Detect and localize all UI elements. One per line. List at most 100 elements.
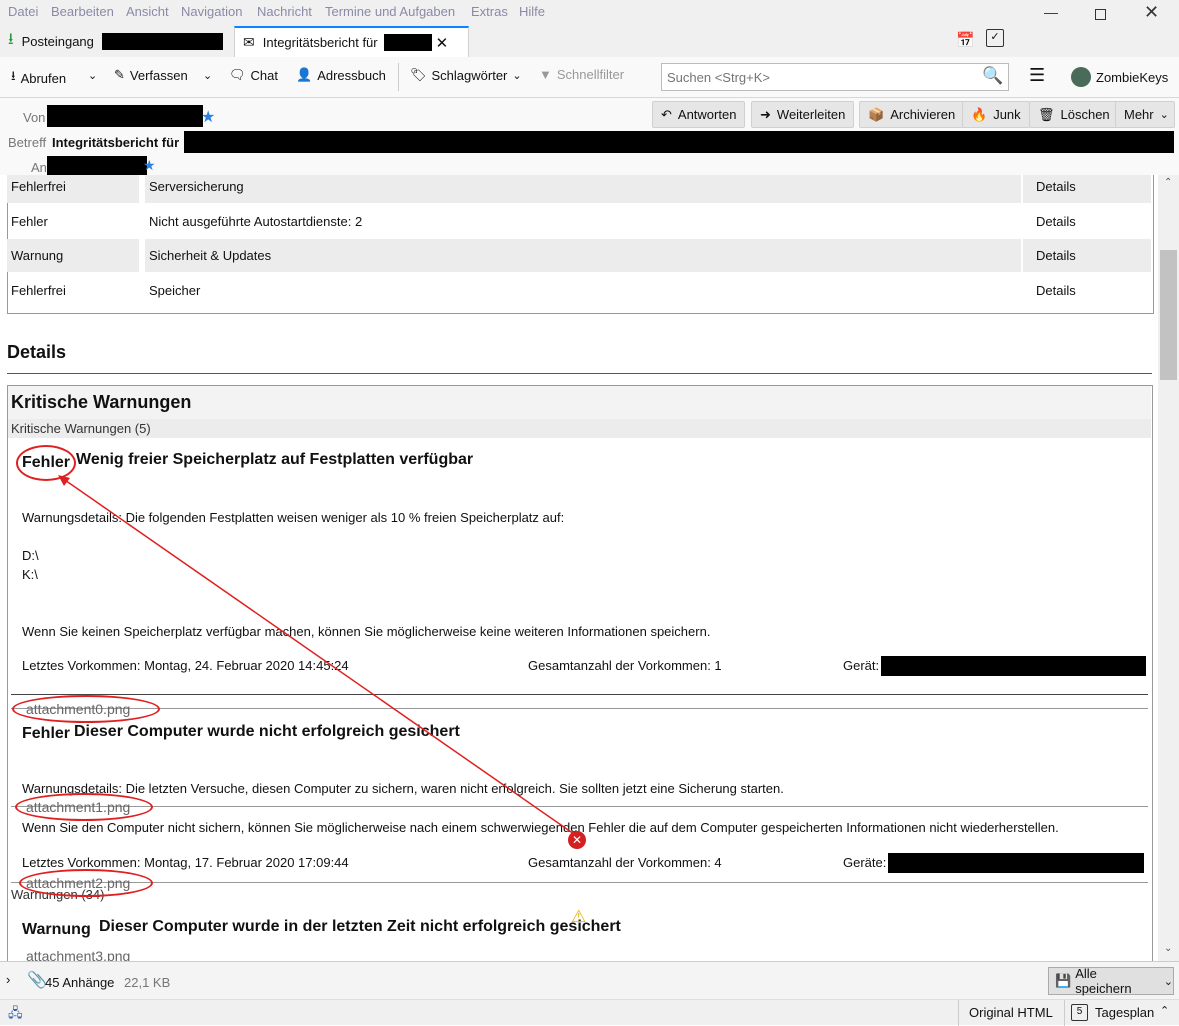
tab-bar: ⭳ Posteingang ✉ Integritätsbericht für ✕… [0,24,1179,57]
save-all-dropdown-icon[interactable]: ⌄ [1164,975,1173,988]
original-html-indicator[interactable]: Original HTML [969,1005,1053,1020]
menu-termine[interactable]: Termine und Aufgaben [325,4,455,19]
today-pane-chevron-icon[interactable]: ⌃ [1160,1004,1169,1017]
minimize-icon[interactable]: — [1044,4,1058,20]
menu-datei[interactable]: Datei [8,4,38,19]
attachment-size: 22,1 KB [124,975,171,990]
calendar-icon[interactable]: 📅 [956,31,975,49]
inbox-download-icon: ⭳ [8,31,14,48]
quickfilter-button[interactable]: ▼ Schnellfilter [539,67,624,82]
redacted-subject [184,131,1174,153]
status-separator [1064,1000,1065,1026]
redacted-recipient [47,156,147,176]
hamburger-menu-icon[interactable]: ☰ [1029,65,1045,86]
addressbook-label: Adressbuch [317,67,386,83]
redacted-sender [47,105,203,127]
expand-chevron-icon[interactable]: › [6,972,10,987]
compose-button[interactable]: ✎ Verfassen [114,67,188,83]
tab-inbox-label: Posteingang [21,34,94,49]
zombie-avatar-icon [1071,67,1091,87]
save-icon: 💾 [1055,973,1072,988]
account-label: ZombieKeys [1096,69,1169,85]
status-bar: 🖧 Original HTML 5 Tagesplan ⌃ [0,999,1179,1026]
subject-label: Betreff [8,135,47,150]
account-button[interactable]: ZombieKeys [1071,67,1168,87]
junk-label: Junk [993,107,1021,122]
funnel-icon: ▼ [539,67,552,82]
tab-message-label: Integritätsbericht für [262,35,378,50]
tab-inbox[interactable]: ⭳ Posteingang [0,26,234,57]
save-all-label: Alle speichern [1075,966,1132,996]
archive-icon: 📦 [868,106,885,122]
tags-label: Schlagwörter [431,67,508,83]
paperclip-icon: 📎 [27,972,47,989]
more-dropdown-icon: ⌄ [1159,109,1169,121]
delete-label: Löschen [1060,107,1110,122]
fetch-button[interactable]: ⭳ Abrufen [11,67,66,89]
chat-label: Chat [250,67,278,83]
search-box[interactable]: 🔍 [661,63,1009,91]
tasks-icon[interactable]: ✓ [986,29,1004,47]
toolbar-separator [398,63,399,91]
chat-bubble-icon: 🗨 [229,67,246,82]
menu-hilfe[interactable]: Hilfe [519,4,545,19]
tab-close-icon[interactable]: ✕ [436,34,449,52]
search-icon[interactable]: 🔍 [982,66,1003,86]
forward-icon: ➜ [760,106,771,122]
reply-icon: ↶ [661,106,672,122]
more-label: Mehr [1124,107,1154,122]
vertical-scrollbar[interactable]: ⌃ ⌄ [1158,175,1179,961]
network-status-icon[interactable]: 🖧 [8,1004,23,1026]
menu-navigation[interactable]: Navigation [181,4,242,19]
tag-icon: 🏷 [410,67,427,82]
subject-text: Integritätsbericht für [52,135,180,150]
flame-icon: 🔥 [971,106,988,122]
scroll-up-icon[interactable]: ⌃ [1164,177,1172,188]
person-icon: 👤 [296,67,313,82]
tags-dropdown-icon: ⌄ [512,69,522,82]
tags-button[interactable]: 🏷 Schlagwörter ⌄ [410,67,522,83]
forward-button[interactable]: ➜ Weiterleiten [751,101,855,128]
scroll-down-icon[interactable]: ⌄ [1164,943,1172,954]
delete-button[interactable]: 🗑 Löschen [1029,101,1119,128]
message-body: Fehlerfrei Serversicherung Details Fehle… [0,175,1158,961]
more-button[interactable]: Mehr ⌄ [1115,101,1175,128]
archive-button[interactable]: 📦 Archivieren [859,101,965,128]
fetch-dropdown-icon[interactable]: ⌄ [88,69,97,82]
chat-button[interactable]: 🗨 Chat [229,67,278,83]
envelope-icon: ✉ [243,34,255,50]
save-all-button[interactable]: 💾 Alle speichern ⌄ [1048,966,1174,996]
attachment-count[interactable]: 45 Anhänge [45,975,114,990]
today-pane-toggle[interactable]: Tagesplan [1095,1005,1154,1020]
redacted-hostname [383,34,432,51]
menu-nachricht[interactable]: Nachricht [257,4,312,19]
close-window-icon[interactable]: ✕ [1144,2,1159,23]
compose-label: Verfassen [129,67,188,83]
menu-extras[interactable]: Extras [471,4,508,19]
today-pane-calendar-icon: 5 [1071,1004,1088,1021]
star-icon-recipient[interactable]: ★ [143,157,156,174]
reply-label: Antworten [677,107,737,122]
redacted-account [101,33,223,50]
search-input[interactable] [662,64,972,90]
to-label: An [31,160,47,175]
menu-bar: Datei Bearbeiten Ansicht Navigation Nach… [0,0,1179,24]
reply-button[interactable]: ↶ Antworten [652,101,746,128]
tab-message[interactable]: ✉ Integritätsbericht für ✕ [234,26,469,57]
archive-label: Archivieren [890,107,956,122]
fetch-label: Abrufen [20,70,67,86]
attachment-bar: › 📎 45 Anhänge 22,1 KB 💾 Alle speichern … [0,961,1179,999]
pencil-icon: ✎ [114,67,125,82]
trash-icon: 🗑 [1038,106,1055,122]
maximize-icon[interactable] [1095,9,1106,20]
scroll-thumb[interactable] [1160,250,1177,380]
star-icon[interactable]: ★ [201,107,215,127]
menu-bearbeiten[interactable]: Bearbeiten [51,4,114,19]
junk-button[interactable]: 🔥 Junk [962,101,1030,128]
download-icon: ⭳ [11,68,16,83]
status-separator [958,1000,959,1026]
menu-ansicht[interactable]: Ansicht [126,4,169,19]
quickfilter-label: Schnellfilter [556,67,625,82]
compose-dropdown-icon[interactable]: ⌄ [203,69,212,82]
addressbook-button[interactable]: 👤 Adressbuch [296,67,386,83]
